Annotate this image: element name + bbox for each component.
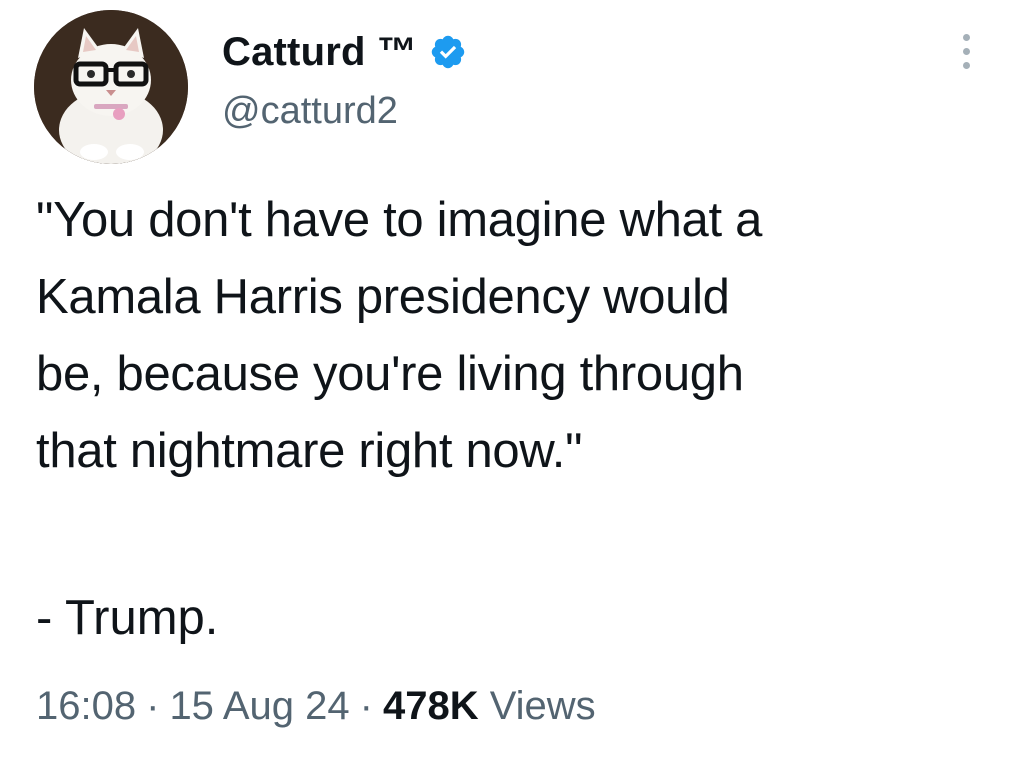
more-options-icon[interactable] <box>954 34 978 78</box>
separator-dot: · <box>359 684 373 728</box>
tweet-signature: - Trump. <box>36 591 219 645</box>
cat-avatar-icon <box>34 10 188 164</box>
tweet-time[interactable]: 16:08 <box>36 684 136 728</box>
author-handle[interactable]: @catturd2 <box>222 90 398 133</box>
author-name-row[interactable]: Catturd ™ <box>222 24 467 80</box>
tweet-text: "You don't have to imagine what a Kamala… <box>36 193 763 478</box>
tweet-card: Catturd ™ @catturd2 "You don't have to i… <box>0 0 1024 762</box>
views-label[interactable]: Views <box>490 684 596 728</box>
views-count[interactable]: 478K <box>383 684 479 728</box>
author-avatar[interactable] <box>34 10 188 164</box>
verified-badge-icon[interactable] <box>429 33 467 71</box>
author-display-name[interactable]: Catturd ™ <box>222 30 417 75</box>
separator-dot: · <box>146 684 160 728</box>
tweet-date[interactable]: 15 Aug 24 <box>169 684 349 728</box>
tweet-metadata: 16:08 · 15 Aug 24 · 478K Views <box>36 680 596 732</box>
